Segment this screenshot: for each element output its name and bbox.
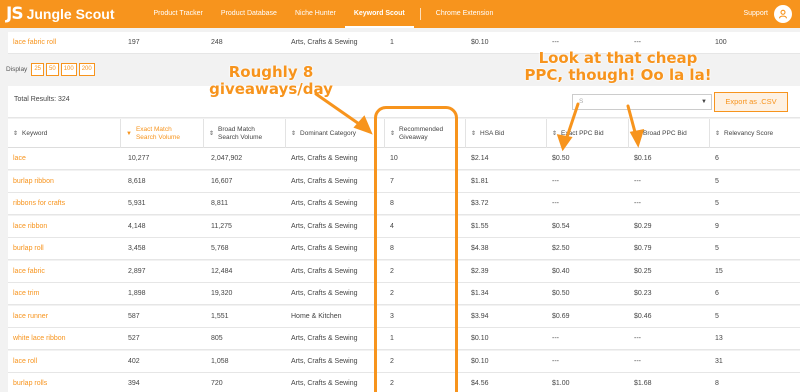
arrowhead: [629, 129, 645, 148]
arrow-to-exact-ppc: [564, 102, 580, 142]
arrowhead: [556, 134, 573, 152]
annotation-arrows: [314, 92, 645, 152]
arrowhead: [353, 115, 373, 135]
arrow-to-giveaway: [314, 92, 364, 128]
